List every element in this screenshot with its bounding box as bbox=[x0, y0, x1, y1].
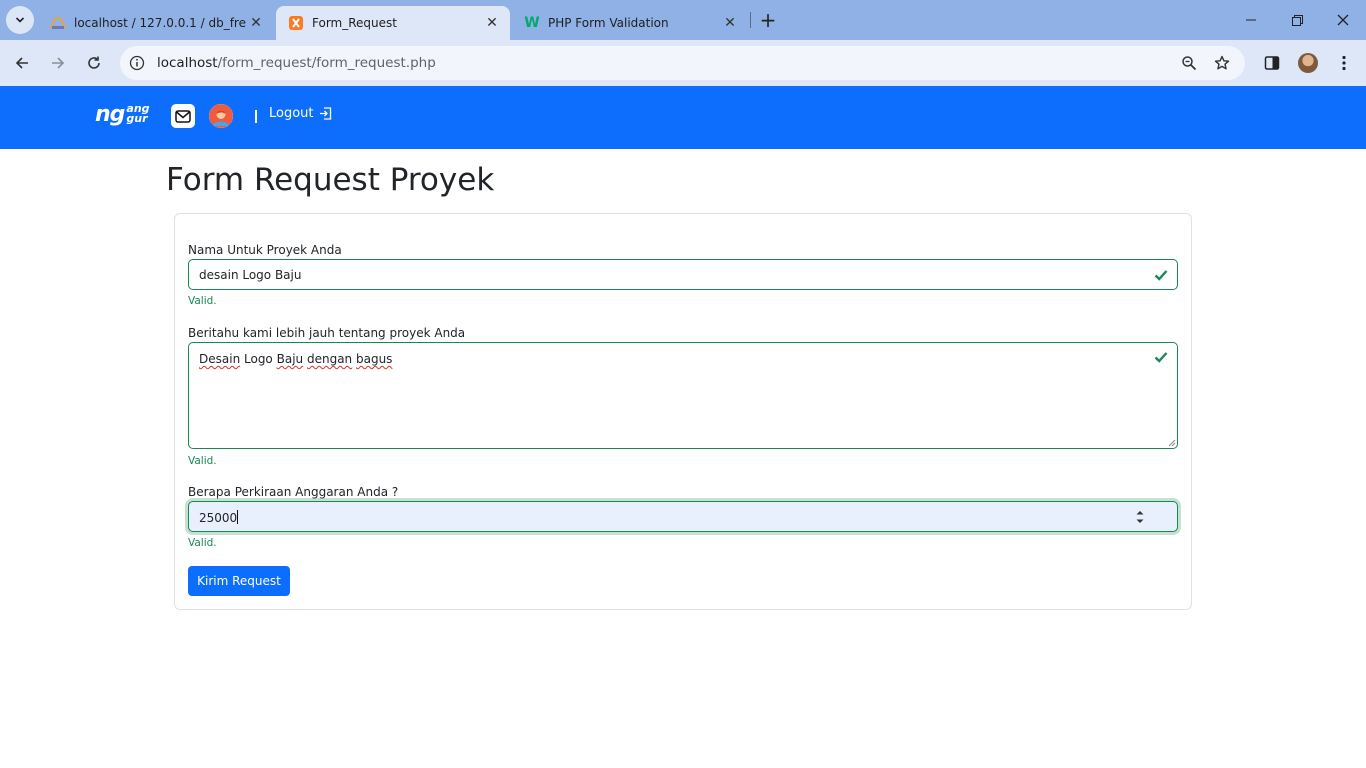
brand-bottom: gur bbox=[126, 112, 148, 125]
brand-main: ng bbox=[95, 102, 125, 127]
page-title: Form Request Proyek bbox=[166, 162, 495, 198]
close-window-button[interactable] bbox=[1320, 0, 1366, 40]
budget-input[interactable]: 25000 bbox=[188, 501, 1178, 532]
address-bar[interactable]: localhost/form_request/form_request.php bbox=[120, 46, 1245, 80]
tab-separator bbox=[750, 12, 751, 28]
site-navbar: ng ang gur Logout bbox=[0, 86, 1366, 149]
description-label: Beritahu kami lebih jauh tentang proyek … bbox=[188, 326, 466, 340]
arrow-left-icon bbox=[15, 57, 28, 69]
xampp-icon bbox=[288, 15, 304, 31]
submit-request-button[interactable]: Kirim Request bbox=[188, 566, 290, 596]
check-icon bbox=[1154, 270, 1168, 281]
description-textarea[interactable]: Desain Logo Baju dengan bagus bbox=[188, 342, 1178, 449]
logout-icon bbox=[319, 107, 331, 120]
close-icon bbox=[1337, 14, 1349, 26]
profile-button[interactable] bbox=[1294, 49, 1322, 77]
close-icon[interactable]: ✕ bbox=[482, 13, 502, 33]
budget-value: 25000 bbox=[199, 510, 239, 525]
browser-menu-button[interactable] bbox=[1330, 49, 1358, 77]
close-icon[interactable]: ✕ bbox=[246, 13, 266, 33]
number-spinner[interactable] bbox=[1135, 510, 1145, 524]
description-feedback: Valid. bbox=[188, 455, 217, 467]
w3schools-icon: W bbox=[524, 15, 540, 31]
reload-icon bbox=[88, 56, 100, 69]
tab-php-form-validation[interactable]: W PHP Form Validation ✕ bbox=[512, 6, 748, 40]
project-name-value: desain Logo Baju bbox=[199, 268, 302, 282]
browser-toolbar: localhost/form_request/form_request.php bbox=[0, 40, 1366, 86]
text-cursor bbox=[237, 510, 239, 524]
tab-title: PHP Form Validation bbox=[548, 16, 669, 30]
reload-button[interactable] bbox=[80, 49, 108, 77]
description-word: bagus bbox=[355, 352, 393, 366]
logout-label: Logout bbox=[269, 106, 314, 121]
more-vertical-icon bbox=[1342, 55, 1346, 71]
description-word: dengan bbox=[306, 352, 353, 366]
brand-stack: ang gur bbox=[126, 103, 149, 125]
logout-link[interactable]: Logout bbox=[269, 106, 332, 121]
messages-button[interactable] bbox=[171, 104, 195, 128]
minimize-icon bbox=[1246, 19, 1256, 21]
browser-tab-strip: localhost / 127.0.0.1 / db_freelan ✕ For… bbox=[0, 0, 1366, 40]
new-tab-button[interactable]: + bbox=[756, 8, 780, 32]
description-word: Baju bbox=[276, 352, 304, 366]
arrow-right-icon bbox=[52, 57, 65, 69]
zoom-icon[interactable] bbox=[1177, 51, 1201, 75]
mail-icon bbox=[175, 109, 191, 123]
side-panel-button[interactable] bbox=[1258, 49, 1286, 77]
url-path: /form_request/form_request.php bbox=[217, 55, 436, 71]
description-word: Logo bbox=[244, 352, 273, 366]
restore-icon bbox=[1291, 14, 1303, 26]
description-value: Desain Logo Baju dengan bagus bbox=[199, 352, 392, 366]
phpmyadmin-icon bbox=[50, 15, 66, 31]
project-name-feedback: Valid. bbox=[188, 295, 217, 307]
tab-search-button[interactable] bbox=[6, 6, 34, 34]
budget-value-text: 25000 bbox=[199, 511, 238, 525]
chevron-down-icon[interactable] bbox=[1136, 519, 1144, 524]
url-text: localhost/form_request/form_request.php bbox=[157, 55, 436, 71]
project-name-input[interactable]: desain Logo Baju bbox=[188, 259, 1178, 290]
project-name-label: Nama Untuk Proyek Anda bbox=[188, 243, 342, 257]
user-avatar-icon bbox=[209, 104, 233, 128]
url-host: localhost bbox=[157, 55, 218, 71]
side-panel-icon bbox=[1264, 56, 1280, 70]
description-word: Desain bbox=[199, 352, 241, 366]
budget-label: Berapa Perkiraan Anggaran Anda ? bbox=[188, 485, 399, 499]
nav-divider bbox=[255, 110, 257, 123]
avatar bbox=[1298, 53, 1318, 73]
forward-button[interactable] bbox=[44, 49, 72, 77]
back-button[interactable] bbox=[8, 49, 36, 77]
tab-phpmyadmin[interactable]: localhost / 127.0.0.1 / db_freelan ✕ bbox=[38, 6, 274, 40]
check-icon bbox=[1154, 352, 1168, 363]
resize-handle-icon[interactable] bbox=[1168, 439, 1176, 447]
tab-form-request[interactable]: Form_Request ✕ bbox=[276, 6, 510, 40]
budget-feedback: Valid. bbox=[188, 537, 217, 549]
chevron-up-icon[interactable] bbox=[1136, 510, 1144, 515]
brand-logo[interactable]: ng ang gur bbox=[95, 100, 150, 136]
bookmark-star-icon[interactable] bbox=[1210, 51, 1234, 75]
minimize-button[interactable] bbox=[1228, 0, 1274, 40]
site-info-icon[interactable] bbox=[126, 52, 148, 74]
tab-title: Form_Request bbox=[312, 16, 397, 30]
restore-button[interactable] bbox=[1274, 0, 1320, 40]
user-avatar[interactable] bbox=[209, 104, 233, 128]
close-icon[interactable]: ✕ bbox=[720, 13, 740, 33]
chevron-down-icon bbox=[15, 17, 25, 23]
tab-title: localhost / 127.0.0.1 / db_freelan bbox=[74, 16, 246, 30]
